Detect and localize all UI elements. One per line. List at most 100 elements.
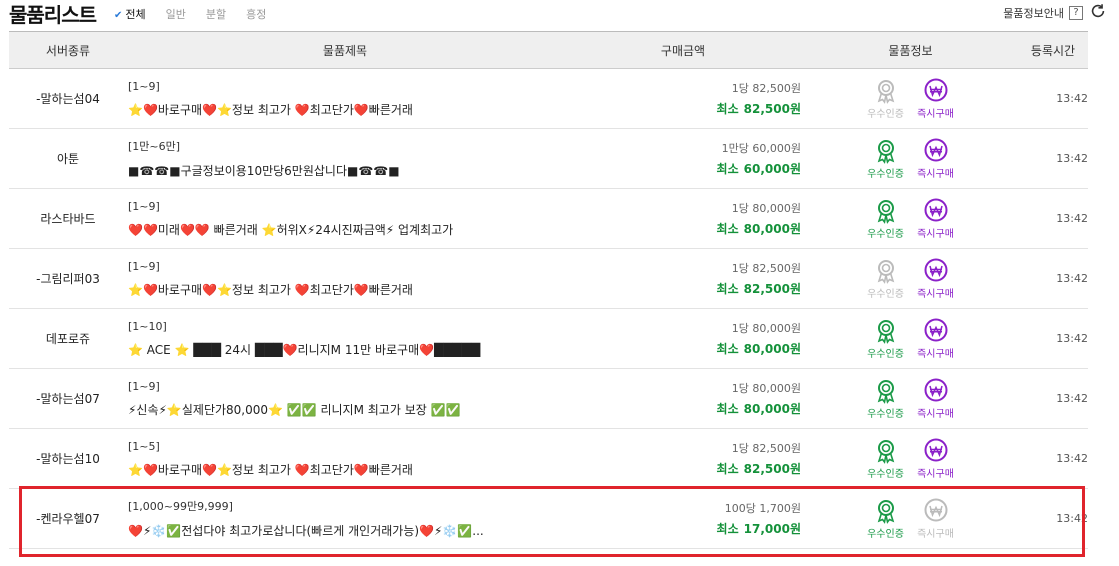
item-quantity: [1~5] (128, 439, 160, 453)
item-title[interactable]: ❤️⚡❄️✅전섭다야 최고가로삽니다(빠르게 개인거래가능)❤️⚡❄️✅... (128, 522, 563, 539)
certified-badge: 우수인증 (863, 138, 909, 180)
item-title-cell[interactable]: [1~9] ⭐❤️바로구매❤️⭐정보 최고가 ❤️최고단가❤️빠른거래 (127, 69, 563, 128)
table-row[interactable]: -말하는섬10 [1~5] ⭐❤️바로구매❤️⭐정보 최고가 ❤️최고단가❤️빠… (9, 429, 1088, 489)
instant-buy-badge[interactable]: 즉시구매 (913, 198, 959, 240)
item-title[interactable]: ⭐ ACE ⭐ ███ 24시 ███❤️리니지M 11만 바로구매❤️████… (128, 341, 563, 358)
min-price: 최소 80,000원 (717, 220, 801, 237)
rosette-icon (877, 139, 894, 164)
instant-buy-badge[interactable]: 즉시구매 (913, 138, 959, 180)
instant-buy-label: 즉시구매 (917, 468, 954, 480)
price-cell: 1당 82,500원 최소 82,500원 (563, 69, 803, 128)
table-row[interactable]: 데포로쥬 [1~10] ⭐ ACE ⭐ ███ 24시 ███❤️리니지M 11… (9, 309, 1088, 369)
item-title-cell[interactable]: [1~9] ❤️❤️미래❤️❤️ 빠른거래 ⭐허위X⚡24시진짜금액⚡ 업계최고… (127, 189, 563, 248)
rosette-icon (877, 499, 894, 524)
unit-price: 1당 82,500원 (731, 442, 801, 455)
min-price-label: 최소 (716, 342, 739, 356)
item-table: 서버종류 물품제목 구매금액 물품정보 등록시간 -말하는섬04 [1~9] ⭐… (9, 31, 1088, 549)
table-row[interactable]: -말하는섬04 [1~9] ⭐❤️바로구매❤️⭐정보 최고가 ❤️최고단가❤️빠… (9, 69, 1088, 129)
min-price: 최소 17,000원 (717, 520, 801, 537)
won-icon (924, 318, 947, 341)
won-icon (924, 438, 947, 461)
instant-buy-badge[interactable]: 즉시구매 (913, 258, 959, 300)
item-info-guide-label: 물품정보안내 (1003, 7, 1064, 20)
server-name: 데포로쥬 (45, 332, 91, 346)
item-info-cell: 우수인증 즉시구매 (803, 369, 1018, 428)
price-cell: 1당 80,000원 최소 80,000원 (563, 189, 803, 248)
rosette-icon (877, 439, 894, 464)
item-title-cell[interactable]: [1~10] ⭐ ACE ⭐ ███ 24시 ███❤️리니지M 11만 바로구… (127, 309, 563, 368)
instant-buy-label: 즉시구매 (917, 528, 954, 540)
item-title[interactable]: ■☎☎■구글정보이용10만당6만원삽니다■☎☎■ (128, 162, 563, 179)
table-row[interactable]: -켄라우헬07 [1,000~99만9,999] ❤️⚡❄️✅전섭다야 최고가로… (9, 489, 1088, 549)
certified-badge: 우수인증 (863, 318, 909, 360)
certified-label: 우수인증 (867, 228, 904, 240)
certified-badge: 우수인증 (863, 258, 909, 300)
column-header-title[interactable]: 물품제목 (127, 32, 563, 68)
help-icon[interactable]: ? (1069, 6, 1083, 20)
instant-buy-badge[interactable]: 즉시구매 (913, 78, 959, 120)
table-row[interactable]: 아툰 [1만~6만] ■☎☎■구글정보이용10만당6만원삽니다■☎☎■ 1만당 … (9, 129, 1088, 189)
unit-price: 1당 80,000원 (731, 322, 801, 335)
server-name: -말하는섬10 (36, 452, 100, 466)
item-title[interactable]: ⚡신속⚡⭐실제단가80,000⭐ ✅✅ 리니지M 최고가 보장 ✅✅ (128, 401, 563, 418)
min-price-label: 최소 (716, 282, 739, 296)
refresh-icon[interactable] (1089, 2, 1107, 20)
top-bar: 물품리스트 전체 일반 분할 흥정 물품정보안내 ? (0, 0, 1119, 31)
item-title[interactable]: ⭐❤️바로구매❤️⭐정보 최고가 ❤️최고단가❤️빠른거래 (128, 101, 563, 118)
item-title[interactable]: ⭐❤️바로구매❤️⭐정보 최고가 ❤️최고단가❤️빠른거래 (128, 461, 563, 478)
instant-buy-badge[interactable]: 즉시구매 (913, 378, 959, 420)
column-header-price[interactable]: 구매금액 (563, 32, 803, 68)
min-price: 최소 80,000원 (717, 340, 801, 357)
item-title[interactable]: ❤️❤️미래❤️❤️ 빠른거래 ⭐허위X⚡24시진짜금액⚡ 업계최고가 (128, 221, 563, 238)
item-title[interactable]: ⭐❤️바로구매❤️⭐정보 최고가 ❤️최고단가❤️빠른거래 (128, 281, 563, 298)
item-quantity: [1~10] (128, 319, 167, 333)
register-time: 13:42 (1056, 332, 1088, 345)
server-name: -그림리퍼03 (36, 272, 100, 286)
table-row[interactable]: -그림리퍼03 [1~9] ⭐❤️바로구매❤️⭐정보 최고가 ❤️최고단가❤️빠… (9, 249, 1088, 309)
instant-buy-label: 즉시구매 (917, 408, 954, 420)
certified-label: 우수인증 (867, 288, 904, 300)
table-header: 서버종류 물품제목 구매금액 물품정보 등록시간 (9, 31, 1088, 69)
instant-buy-badge[interactable]: 즉시구매 (913, 438, 959, 480)
item-title-cell[interactable]: [1,000~99만9,999] ❤️⚡❄️✅전섭다야 최고가로삽니다(빠르게 … (127, 489, 563, 548)
instant-buy-badge[interactable]: 즉시구매 (913, 498, 959, 540)
filter-split[interactable]: 분할 (206, 6, 226, 22)
filter-all[interactable]: 전체 (114, 6, 145, 22)
column-header-info[interactable]: 물품정보 (803, 32, 1018, 68)
register-time: 13:42 (1056, 92, 1088, 105)
unit-price: 1당 80,000원 (731, 382, 801, 395)
price-cell: 1만당 60,000원 최소 60,000원 (563, 129, 803, 188)
price-cell: 1당 80,000원 최소 80,000원 (563, 369, 803, 428)
item-quantity: [1~9] (128, 79, 160, 93)
filter-general[interactable]: 일반 (166, 6, 186, 22)
instant-buy-label: 즉시구매 (917, 228, 954, 240)
register-time: 13:42 (1056, 152, 1088, 165)
item-title-cell[interactable]: [1~9] ⭐❤️바로구매❤️⭐정보 최고가 ❤️최고단가❤️빠른거래 (127, 249, 563, 308)
item-quantity: [1만~6만] (128, 140, 181, 153)
min-price-label: 최소 (716, 222, 739, 236)
page-title: 물품리스트 (9, 3, 97, 27)
rosette-icon (877, 319, 894, 344)
item-info-cell: 우수인증 즉시구매 (803, 249, 1018, 308)
certified-badge: 우수인증 (863, 198, 909, 240)
register-time: 13:42 (1056, 452, 1088, 465)
rosette-icon (877, 199, 894, 224)
item-title-cell[interactable]: [1만~6만] ■☎☎■구글정보이용10만당6만원삽니다■☎☎■ (127, 129, 563, 188)
item-title-cell[interactable]: [1~5] ⭐❤️바로구매❤️⭐정보 최고가 ❤️최고단가❤️빠른거래 (127, 429, 563, 488)
table-row[interactable]: 라스타바드 [1~9] ❤️❤️미래❤️❤️ 빠른거래 ⭐허위X⚡24시진짜금액… (9, 189, 1088, 249)
item-title-cell[interactable]: [1~9] ⚡신속⚡⭐실제단가80,000⭐ ✅✅ 리니지M 최고가 보장 ✅✅ (127, 369, 563, 428)
unit-price: 1당 82,500원 (731, 262, 801, 275)
filter-bargain[interactable]: 흥정 (246, 6, 266, 22)
table-row[interactable]: -말하는섬07 [1~9] ⚡신속⚡⭐실제단가80,000⭐ ✅✅ 리니지M 최… (9, 369, 1088, 429)
column-header-time[interactable]: 등록시간 (1018, 32, 1088, 68)
unit-price: 1만당 60,000원 (721, 142, 801, 155)
instant-buy-label: 즉시구매 (917, 108, 954, 120)
instant-buy-badge[interactable]: 즉시구매 (913, 318, 959, 360)
filter-tabs: 전체 일반 분할 흥정 (114, 6, 286, 22)
min-price-amount: 80,000원 (743, 222, 801, 236)
min-price-amount: 17,000원 (743, 522, 801, 536)
column-header-server[interactable]: 서버종류 (9, 32, 127, 68)
item-info-guide-link[interactable]: 물품정보안내 ? (1003, 5, 1083, 21)
item-info-cell: 우수인증 즉시구매 (803, 69, 1018, 128)
certified-label: 우수인증 (867, 468, 904, 480)
